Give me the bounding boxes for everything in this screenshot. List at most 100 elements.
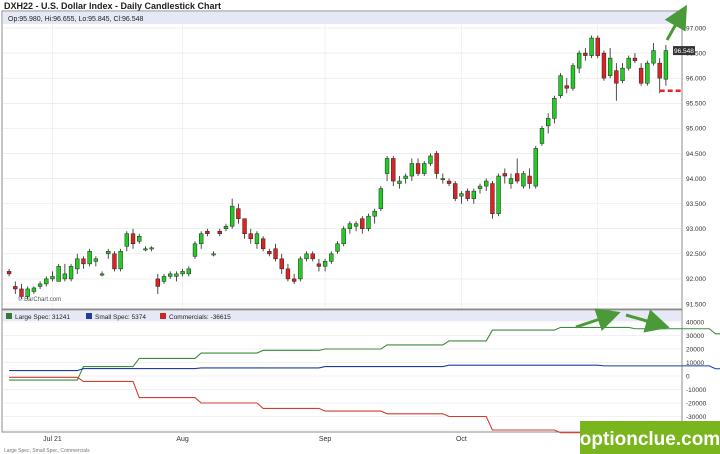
candle-body: [304, 253, 309, 260]
candle-body: [576, 52, 582, 69]
candle-body: [533, 148, 538, 187]
candle-body: [446, 180, 452, 184]
candle-body: [31, 287, 37, 292]
candle-body: [477, 185, 483, 189]
candle-body: [99, 273, 105, 276]
candle-body: [155, 278, 160, 287]
candle-body: [298, 258, 303, 280]
cot-panel: [1, 309, 683, 433]
cot-tick-label: 40000: [686, 319, 704, 326]
candle-body: [632, 57, 638, 61]
candle-body: [106, 251, 111, 255]
candle-body: [192, 243, 198, 257]
candle-body: [638, 67, 644, 84]
price-tick-label: 91.500: [686, 301, 706, 308]
chart: DXH22 - U.S. Dollar Index - Daily Candle…: [1, 1, 720, 454]
candle-body: [25, 288, 30, 297]
price-tick-label: 94.500: [686, 151, 706, 158]
cot-tick-label: 30000: [686, 333, 704, 340]
candle-body: [168, 273, 173, 277]
candle-body: [607, 57, 613, 76]
candle-body: [415, 163, 421, 174]
price-tick-label: 94.000: [686, 176, 706, 183]
time-tick-label: Jul 21: [43, 436, 62, 443]
candle-body: [118, 251, 123, 270]
candle-body: [285, 268, 291, 280]
price-tick-label: 95.000: [686, 126, 706, 133]
cot-tick-label: -10000: [686, 387, 707, 394]
time-tick-label: Oct: [456, 436, 467, 443]
candle-body: [453, 183, 458, 199]
candle-body: [657, 62, 662, 79]
candle-body: [583, 52, 588, 56]
candle-body: [310, 253, 315, 260]
candle-body: [564, 85, 569, 89]
time-tick-label: Aug: [176, 436, 189, 443]
candle-body: [180, 271, 185, 275]
legend-swatch-large-spec: [6, 313, 12, 319]
price-tick-label: 92.000: [686, 276, 706, 283]
candle-body: [502, 173, 507, 177]
candle-body: [546, 118, 551, 127]
candle-body: [508, 178, 514, 184]
candle-body: [50, 276, 55, 280]
price-tick-label: 93.000: [686, 226, 706, 233]
time-tick-label: Sep: [319, 436, 332, 443]
last-price-tag: 96.548: [673, 46, 695, 56]
legend-swatch-small-spec: [86, 313, 92, 319]
legend-label-small-spec: Small Spec: 5374: [95, 314, 146, 321]
candle-body: [434, 153, 439, 174]
legend-label-commercials: Commercials: -36615: [169, 314, 231, 321]
footer-caption: Large Spec, Small Spec, Commercials: [4, 448, 90, 454]
candle-body: [552, 98, 557, 119]
candle-body: [236, 208, 241, 219]
candle-body: [137, 236, 142, 242]
candle-body: [484, 180, 489, 187]
candle-body: [223, 225, 229, 229]
candle-body: [75, 258, 80, 270]
candle-body: [217, 230, 222, 234]
candle-body: [558, 75, 563, 96]
brand-text: optionclue.com: [580, 429, 720, 450]
legend-label-large-spec: Large Spec: 31241: [15, 314, 70, 321]
price-tick-label: 97.000: [686, 25, 706, 32]
cot-legend: Large Spec: 31241 Small Spec: 5374 Comme…: [6, 313, 231, 321]
candle-body: [149, 247, 154, 250]
candle-body: [93, 258, 99, 262]
price-tick-label: 96.000: [686, 75, 706, 82]
candle-body: [360, 218, 365, 229]
candle-body: [56, 266, 61, 282]
candle-body: [161, 276, 167, 282]
candle-body: [422, 163, 427, 174]
ohlc-readout: Op:95.980, Hi:96.655, Lo:95.845, Cl:96.5…: [8, 16, 144, 23]
candle-body: [403, 175, 408, 179]
candle-body: [620, 67, 625, 81]
candle-body: [329, 253, 334, 262]
candle-body: [595, 37, 600, 56]
cot-tick-label: 0: [686, 373, 690, 380]
candle-body: [384, 158, 390, 174]
candle-body: [515, 173, 520, 182]
candle-body: [6, 271, 12, 275]
candle-body: [322, 261, 328, 267]
candle-body: [229, 205, 235, 227]
candle-body: [248, 233, 253, 240]
candle-body: [273, 248, 278, 260]
candle-body: [87, 251, 92, 265]
candle-body: [440, 178, 446, 180]
candle-body: [242, 218, 247, 234]
candle-body: [174, 273, 179, 277]
candle-body: [589, 37, 594, 56]
candle-body: [366, 215, 371, 229]
candle-body: [279, 258, 284, 270]
candle-body: [267, 251, 272, 255]
candle-body: [391, 158, 396, 182]
cot-tick-label: 20000: [686, 346, 704, 353]
candle-body: [291, 278, 297, 282]
candle-body: [465, 190, 470, 199]
candle-body: [471, 190, 476, 199]
candle-body: [527, 175, 532, 184]
candle-body: [205, 230, 210, 234]
candle-body: [378, 188, 384, 209]
candle-body: [19, 288, 24, 297]
